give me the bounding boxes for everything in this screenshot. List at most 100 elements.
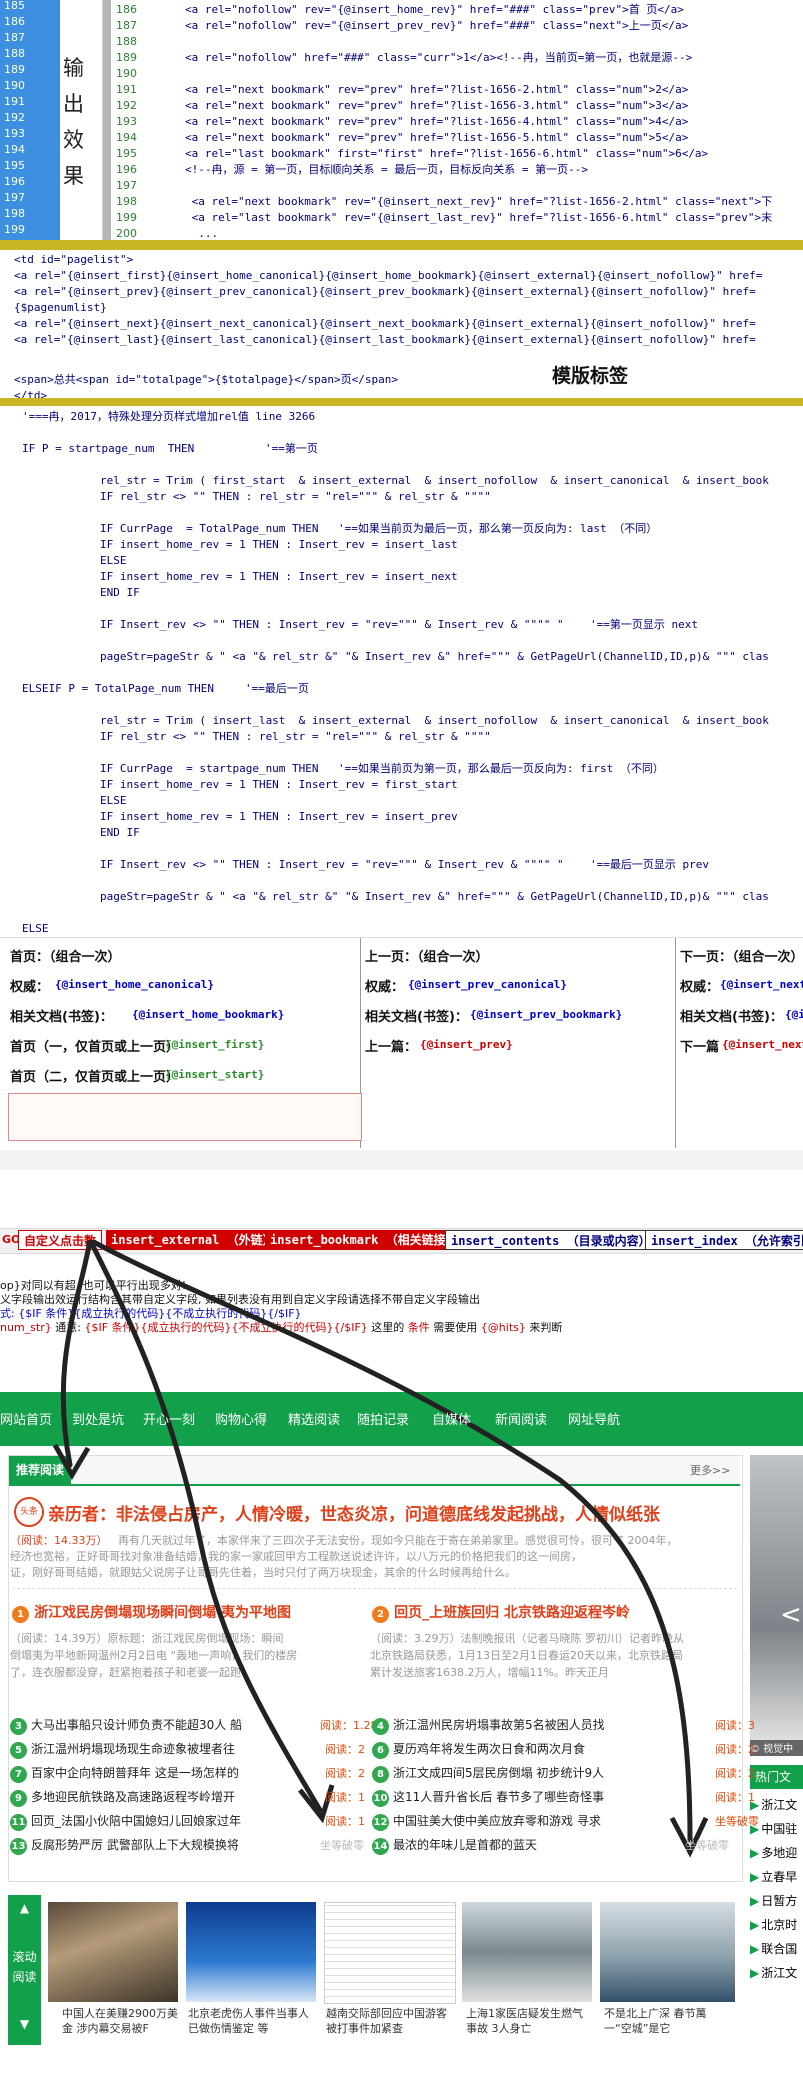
- right-list-item[interactable]: ▶ 北京时: [750, 1916, 803, 1933]
- line-number: 199: [4, 223, 25, 236]
- code-line: <a rel="next bookmark" rev="prev" href="…: [185, 131, 689, 144]
- rank-number: 12: [372, 1814, 389, 1831]
- line-gutter-2: [103, 0, 111, 240]
- list-item[interactable]: 5 浙江温州坍塌现场现生命迹象被埋者往: [10, 1740, 235, 1759]
- list-item[interactable]: 9 多地迎民航铁路及高速路返程岑岭增开: [10, 1788, 235, 1807]
- code-line: <a rel="last bookmark" first="first" hre…: [185, 147, 709, 160]
- line-number: 186: [4, 15, 25, 28]
- line-number: 194: [4, 143, 25, 156]
- caption-line: 已做伤情鉴定 等: [188, 2022, 269, 2035]
- code-line: <!--冉，源 = 第一页，目标顺向关系 = 最后一页，目标反向关系 = 第一页…: [185, 163, 588, 176]
- caption-line: 被打事件加紧查: [326, 2022, 403, 2035]
- caption-line: 北京老虎伤人事件当事人: [188, 2007, 309, 2020]
- right-list-item[interactable]: ▶ 日暂方: [750, 1892, 803, 1909]
- rank-number: 7: [10, 1766, 27, 1783]
- thumbnail-caption[interactable]: 北京老虎伤人事件当事人 已做伤情鉴定 等: [188, 2006, 323, 2036]
- code-line: ELSE: [22, 922, 49, 935]
- nav-item[interactable]: 开心一刻: [143, 1409, 195, 1428]
- list-item-title: 回页_法国小伙陪中国媳妇儿回娘家过年: [31, 1814, 242, 1828]
- code-line: <a rel="last bookmark" rev="{@insert_las…: [185, 211, 773, 224]
- list-item-title: 百家中企向特朗普拜年 这是一场怎样的: [31, 1766, 239, 1780]
- code-line: <a rel="{@insert_prev}{@insert_prev_cano…: [14, 285, 756, 298]
- nav-item[interactable]: 精选阅读: [288, 1409, 340, 1428]
- nav-item[interactable]: 自媒体: [432, 1409, 471, 1428]
- thumbnail-caption[interactable]: 不是北上广深 春节萬 一“空城”是它: [604, 2006, 739, 2036]
- thumbnail-caption[interactable]: 越南交际部回应中国游客 被打事件加紧查: [326, 2006, 461, 2036]
- right-list-item[interactable]: ▶ 联合国: [750, 1940, 803, 1957]
- nav-item[interactable]: 到处是坑: [72, 1409, 124, 1428]
- list-item-title: 大马出事船只设计师负责不能超30人 船: [31, 1718, 243, 1732]
- column-header: 下一页：（组合一次）: [680, 950, 803, 965]
- annotation-arrows: [52, 1240, 709, 1858]
- right-list-title: 立春早: [761, 1870, 798, 1884]
- right-list-title: 北京时: [761, 1918, 798, 1932]
- code-line: ELSE: [100, 554, 127, 567]
- right-list-title: 中国驻: [761, 1822, 798, 1836]
- caption-line: 金 涉内幕交易被F: [62, 2022, 149, 2035]
- line-number: 197: [116, 179, 137, 192]
- divider-gold: [0, 240, 803, 250]
- line-number: 192: [4, 111, 25, 124]
- list-item[interactable]: 8 浙江文成四间5层民房倒塌 初步统计9人: [372, 1764, 604, 1783]
- nav-item[interactable]: 网站首页: [0, 1409, 52, 1428]
- row-label: 相关文档(书签)：: [10, 1010, 113, 1025]
- list-item[interactable]: 6 夏历鸡年将发生两次日食和两次月食: [372, 1740, 585, 1759]
- list-item[interactable]: 13 反腐形势严厉 武警部队上下大规模换将: [10, 1836, 239, 1855]
- list-item-title: 这11人晋升省长后 春节多了哪些奇怪事: [393, 1790, 605, 1804]
- right-list-item[interactable]: ▶ 浙江文: [750, 1796, 803, 1813]
- code-line: <a rel="next bookmark" rev="prev" href="…: [185, 115, 689, 128]
- nav-item[interactable]: 购物心得: [215, 1409, 267, 1428]
- code-line: pageStr=pageStr & " <a "& rel_str &" "& …: [100, 890, 769, 903]
- list-item[interactable]: 12 中国驻美大使中美应放弃零和游戏 寻求: [372, 1812, 601, 1831]
- tag-value: {@insert_next: [722, 1038, 803, 1051]
- row-label: 首页（一，仅首页或上一页）: [10, 1040, 180, 1055]
- rank-number: 6: [372, 1742, 389, 1759]
- code-line: IF rel_str <> "" THEN : rel_str = "rel="…: [100, 730, 491, 743]
- code-line: <span>总共<span id="totalpage">{$totalpage…: [14, 373, 398, 386]
- thumbnail-caption[interactable]: 中国人在美赚2900万美金 涉内幕交易被F: [62, 2006, 197, 2036]
- right-list-item[interactable]: ▶ 浙江文: [750, 1964, 803, 1981]
- code-line: <a rel="nofollow" rev="{@insert_prev_rev…: [185, 19, 689, 32]
- list-item[interactable]: 7 百家中企向特朗普拜年 这是一场怎样的: [10, 1764, 239, 1783]
- bullet-icon: ▶: [750, 1798, 760, 1812]
- code-line: IF insert_home_rev = 1 THEN : Insert_rev…: [100, 810, 458, 823]
- code-line: <a rel="{@insert_next}{@insert_next_cano…: [14, 317, 756, 330]
- list-item[interactable]: 10 这11人晋升省长后 春节多了哪些奇怪事: [372, 1788, 604, 1807]
- code-comment: '==最后一页: [245, 682, 309, 695]
- list-item[interactable]: 3 大马出事船只设计师负责不能超30人 船: [10, 1716, 242, 1735]
- output-effect-label: 输出效果: [63, 56, 84, 188]
- tag-value: {@insert_prev_canonical}: [408, 978, 567, 991]
- read-count: 阅读：2: [715, 1743, 755, 1756]
- list-item[interactable]: 4 浙江温州民房坍塌事故第5名被困人员找: [372, 1716, 605, 1735]
- list-item[interactable]: 14 最浓的年味儿是首都的蓝天: [372, 1836, 537, 1855]
- row-label: 上一篇：: [365, 1040, 418, 1055]
- code-line: <a rel="next bookmark" rev="prev" href="…: [185, 83, 689, 96]
- line-number: 199: [116, 211, 137, 224]
- code-line: IF Insert_rev <> "" THEN : Insert_rev = …: [100, 858, 564, 871]
- tag-value: {@i: [785, 1008, 803, 1021]
- line-number: 190: [4, 79, 25, 92]
- code-line: IF CurrPage = startpage_num THEN: [100, 762, 319, 775]
- caption-line: 上海1家医店疑发生燃气: [466, 2007, 583, 2020]
- row-label: 相关文档(书签)：: [680, 1010, 783, 1025]
- rank-number: 9: [10, 1790, 27, 1807]
- line-number: 193: [116, 115, 137, 128]
- thumbnail-caption[interactable]: 上海1家医店疑发生燃气 事故 3人身亡: [466, 2006, 601, 2036]
- tag-value: {@insert_prev_bookmark}: [470, 1008, 623, 1021]
- list-item[interactable]: 11 回页_法国小伙陪中国媳妇儿回娘家过年: [10, 1812, 241, 1831]
- nav-item[interactable]: 随拍记录: [357, 1409, 409, 1428]
- caption-line: 事故 3人身亡: [466, 2022, 532, 2035]
- code-comment: '==第一页: [265, 442, 318, 455]
- read-count: 阅读：1: [325, 1791, 365, 1804]
- nav-item[interactable]: 新闻阅读: [495, 1409, 547, 1428]
- code-line: <a rel="nofollow" href="###" class="curr…: [185, 51, 693, 64]
- list-item-title: 夏历鸡年将发生两次日食和两次月食: [393, 1742, 586, 1756]
- right-list-item[interactable]: ▶ 多地迎: [750, 1844, 803, 1861]
- code-line: IF CurrPage = TotalPage_num THEN: [100, 522, 319, 535]
- code-line: ELSEIF P = TotalPage_num THEN: [22, 682, 215, 695]
- nav-item[interactable]: 网址导航: [568, 1409, 620, 1428]
- tag-value: {@insert_home_bookmark}: [132, 1008, 285, 1021]
- right-list-item[interactable]: ▶ 中国驻: [750, 1820, 803, 1837]
- right-list-item[interactable]: ▶ 立春早: [750, 1868, 803, 1885]
- line-number: 189: [116, 51, 137, 64]
